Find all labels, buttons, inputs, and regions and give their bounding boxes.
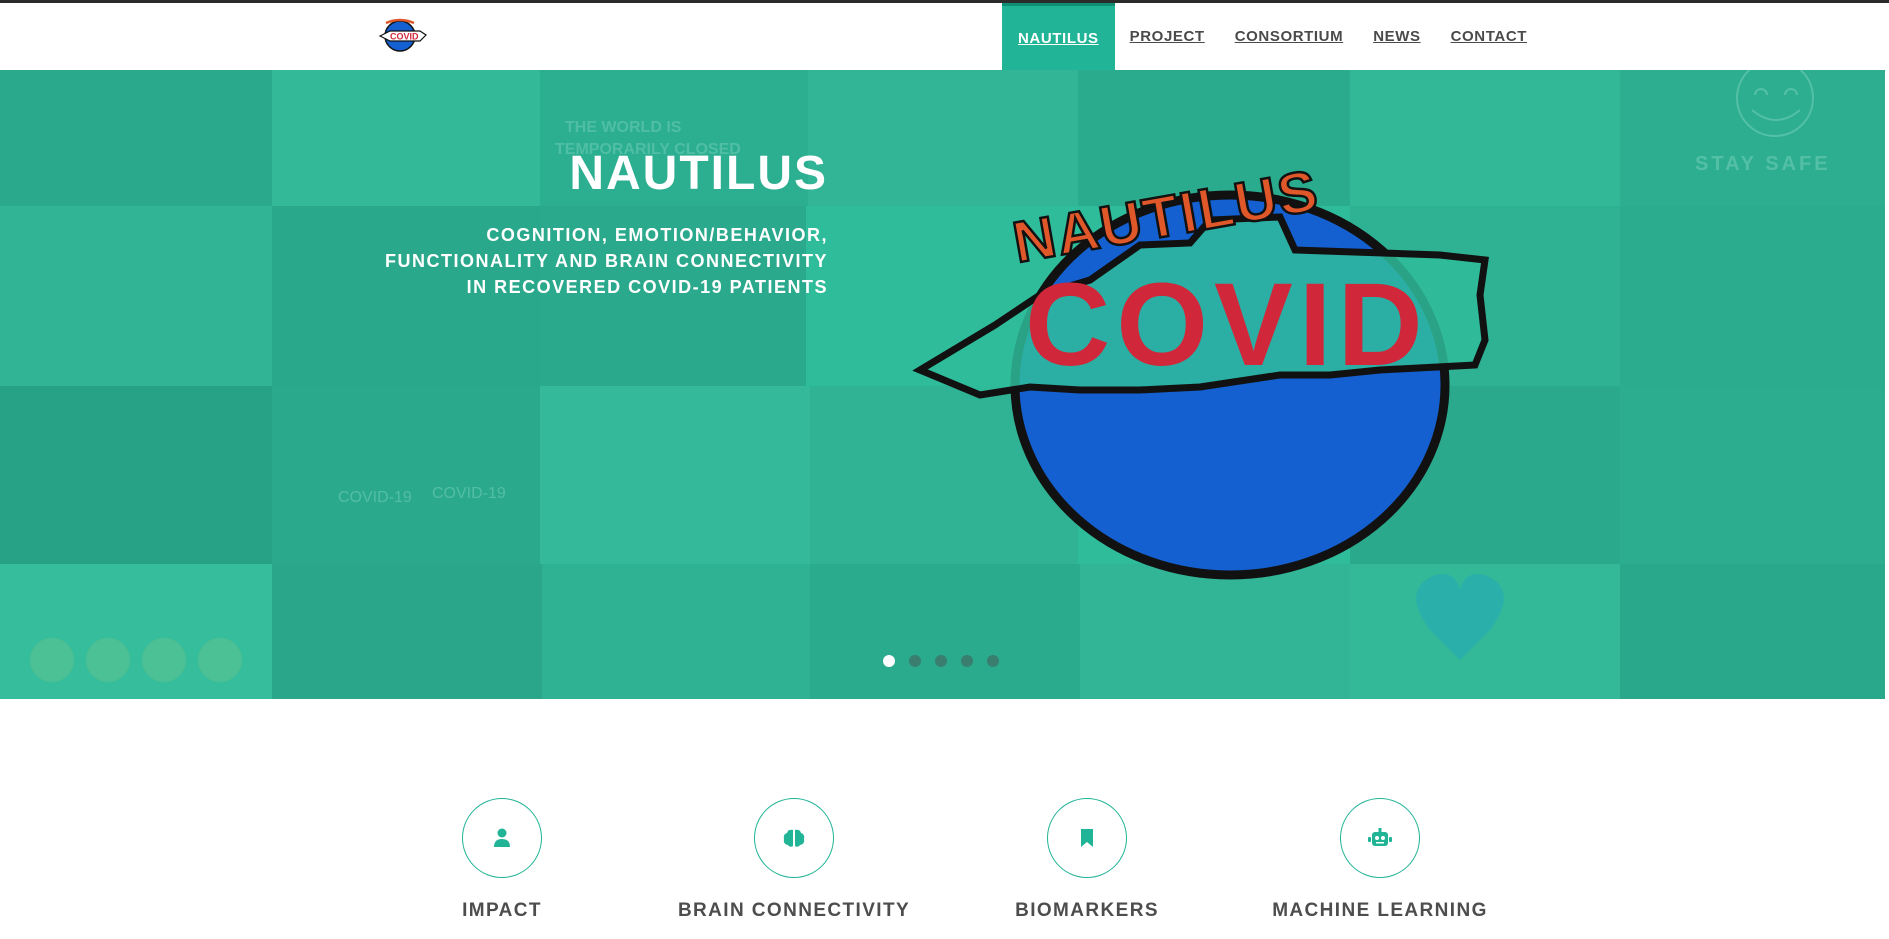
feature-label: BIOMARKERS — [1015, 900, 1159, 921]
site-header: COVID NAUTILUS PROJECT CONSORTIUM NEWS C… — [0, 3, 1885, 70]
feature-machine-learning: MACHINE LEARNING — [1230, 798, 1530, 922]
hero-subtitle-line: IN RECOVERED COVID-19 PATIENTS — [466, 277, 828, 297]
feature-biomarkers: BIOMARKERS — [937, 798, 1237, 922]
person-icon — [494, 828, 510, 847]
slider-pagination — [883, 655, 999, 667]
svg-text:COVID-19: COVID-19 — [338, 489, 412, 506]
feature-brain-connectivity: BRAIN CONNECTIVITY — [644, 798, 944, 922]
feature-impact: IMPACT — [352, 798, 652, 922]
mask-face-icon — [142, 638, 186, 682]
mask-face-icon — [86, 638, 130, 682]
feature-icon-circle[interactable] — [1340, 798, 1420, 878]
nav-item-news[interactable]: NEWS — [1358, 3, 1435, 70]
nav-item-nautilus[interactable]: NAUTILUS — [1002, 3, 1115, 70]
slide-dot-1[interactable] — [883, 655, 895, 667]
svg-text:COVID-19: COVID-19 — [432, 485, 506, 502]
slide-dot-4[interactable] — [961, 655, 973, 667]
feature-icon-circle[interactable] — [754, 798, 834, 878]
hero-title: NAUTILUS — [569, 147, 828, 200]
hero-subtitle-line: FUNCTIONALITY AND BRAIN CONNECTIVITY — [385, 251, 828, 271]
hero-subtitle: COGNITION, EMOTION/BEHAVIOR, FUNCTIONALI… — [368, 222, 828, 300]
mask-face-icon — [198, 638, 242, 682]
site-logo[interactable]: COVID — [376, 14, 428, 54]
hero-subtitle-line: COGNITION, EMOTION/BEHAVIOR, — [486, 225, 828, 245]
feature-label: MACHINE LEARNING — [1272, 900, 1488, 921]
feature-label: BRAIN CONNECTIVITY — [677, 900, 911, 921]
main-nav: NAUTILUS PROJECT CONSORTIUM NEWS CONTACT — [1002, 3, 1542, 70]
nautilus-covid-artwork: COVID NAUTILUS — [912, 156, 1489, 580]
bookmark-icon — [1081, 829, 1093, 847]
hero-slider: STAY SAFE THE WORLD IS TEMPORARILY CLOSE… — [0, 70, 1885, 699]
svg-text:STAY SAFE: STAY SAFE — [1695, 153, 1831, 175]
brain-icon — [783, 829, 805, 847]
svg-text:THE WORLD IS: THE WORLD IS — [565, 119, 682, 136]
slide-dot-3[interactable] — [935, 655, 947, 667]
svg-text:COVID: COVID — [390, 32, 419, 42]
feature-icon-circle[interactable] — [462, 798, 542, 878]
feature-icon-circle[interactable] — [1047, 798, 1127, 878]
nav-item-consortium[interactable]: CONSORTIUM — [1220, 3, 1359, 70]
art-covid-text: COVID — [1025, 259, 1429, 391]
nav-item-contact[interactable]: CONTACT — [1436, 3, 1542, 70]
mask-emoji-row — [30, 638, 242, 682]
features-section: IMPACT BRAIN CONNECTIVITY BIOMARKERS MAC… — [0, 699, 1889, 939]
nav-item-project[interactable]: PROJECT — [1115, 3, 1220, 70]
slide-dot-5[interactable] — [987, 655, 999, 667]
robot-icon — [1368, 828, 1392, 846]
mask-face-icon — [30, 638, 74, 682]
slide-dot-2[interactable] — [909, 655, 921, 667]
feature-label: IMPACT — [462, 900, 542, 921]
